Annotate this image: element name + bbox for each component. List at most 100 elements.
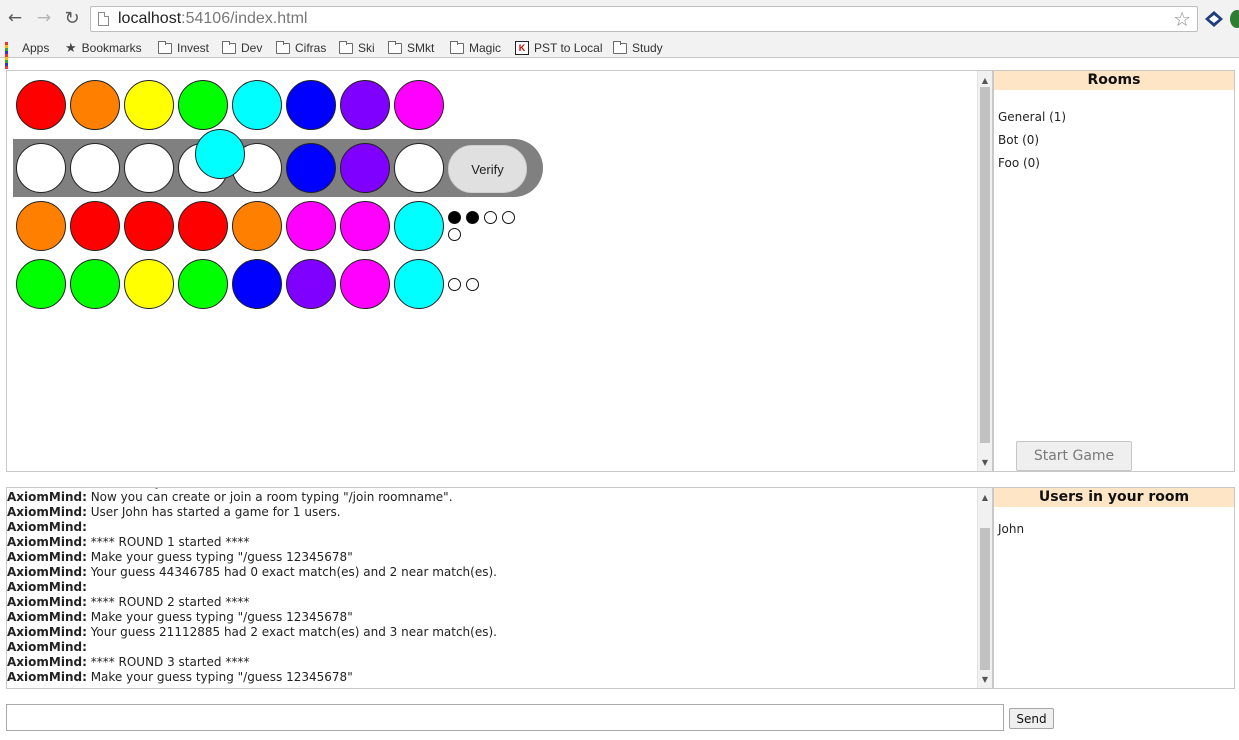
chat-text: Make your guess typing "/guess 12345678" <box>86 610 353 624</box>
page-icon <box>98 12 109 26</box>
chat-message: AxiomMind: Make your guess typing "/gues… <box>7 610 967 625</box>
chat-scrollbar[interactable]: ▲ ▼ <box>977 488 992 688</box>
bookmark-study[interactable]: Study <box>613 40 663 56</box>
history-peg <box>394 259 444 309</box>
chat-sender: AxiomMind: <box>7 655 87 669</box>
palette-peg[interactable] <box>232 80 282 130</box>
palette-peg[interactable] <box>286 80 336 130</box>
guess-slot[interactable] <box>394 143 444 193</box>
user-item: John <box>998 522 1025 536</box>
rooms-panel: Rooms General (1) Bot (0) Foo (0) Start … <box>993 70 1235 472</box>
bookmark-smkt[interactable]: SMkt <box>388 40 434 56</box>
palette-peg[interactable] <box>16 80 66 130</box>
apps-grid-icon <box>5 42 17 69</box>
board-scrollbar[interactable]: ▲ ▼ <box>977 71 992 471</box>
scroll-down-icon[interactable]: ▼ <box>978 672 992 686</box>
scroll-thumb[interactable] <box>980 87 990 443</box>
bookmark-pst-to-local[interactable]: K PST to Local <box>515 40 602 56</box>
chat-sender: AxiomMind: <box>7 670 87 684</box>
verify-button[interactable]: Verify <box>448 145 527 193</box>
chat-sender: AxiomMind: <box>7 535 87 549</box>
chat-text: User John has started a game for 1 users… <box>86 505 341 519</box>
guess-slot[interactable] <box>16 143 66 193</box>
rooms-title: Rooms <box>994 71 1234 90</box>
bookmark-label: Magic <box>469 41 502 55</box>
bookmark-invest[interactable]: Invest <box>158 40 209 56</box>
chat-message: AxiomMind: <box>7 520 967 535</box>
reload-icon[interactable]: ↻ <box>62 8 82 29</box>
scroll-down-icon[interactable]: ▼ <box>978 455 992 469</box>
near-match-peg <box>466 278 479 291</box>
chat-sender: AxiomMind: <box>7 520 87 534</box>
history-peg <box>340 201 390 251</box>
history-peg <box>286 259 336 309</box>
chat-message: AxiomMind: Make your guess typing "/gues… <box>7 670 967 685</box>
guess-slot[interactable] <box>70 143 120 193</box>
folder-icon <box>450 40 464 54</box>
scroll-thumb[interactable] <box>980 528 990 670</box>
chat-sender: AxiomMind: <box>7 625 87 639</box>
bookmark-label: SMkt <box>407 41 435 55</box>
chat-message: AxiomMind: <box>7 580 967 595</box>
chat-sender: AxiomMind: <box>7 505 87 519</box>
room-item-general[interactable]: General (1) <box>998 110 1066 124</box>
extension-icon-2[interactable] <box>1230 10 1239 28</box>
forward-arrow-icon[interactable]: → <box>34 8 54 28</box>
folder-icon <box>388 40 402 54</box>
folder-icon <box>339 40 353 54</box>
guess-slot[interactable] <box>340 143 390 193</box>
palette-peg[interactable] <box>394 80 444 130</box>
palette-peg[interactable] <box>178 80 228 130</box>
start-game-button[interactable]: Start Game <box>1016 441 1132 471</box>
guess-slot[interactable] <box>286 143 336 193</box>
palette-peg[interactable] <box>124 80 174 130</box>
chat-text: **** ROUND 3 started **** <box>86 655 250 669</box>
chat-text: Make your guess typing "/guess 12345678" <box>86 550 353 564</box>
bookmark-star-icon[interactable]: ☆ <box>1173 7 1191 31</box>
chat-sender: AxiomMind: <box>7 490 87 504</box>
scroll-up-icon[interactable]: ▲ <box>978 490 992 504</box>
room-item-foo[interactable]: Foo (0) <box>998 156 1040 170</box>
chat-sender: AxiomMind: <box>7 565 87 579</box>
chat-message: AxiomMind: **** ROUND 2 started **** <box>7 595 967 610</box>
bookmark-bookmarks[interactable]: ★ Bookmarks <box>65 40 142 56</box>
extension-icon[interactable] <box>1204 10 1224 28</box>
bookmark-apps[interactable]: Apps <box>5 40 50 69</box>
palette-peg[interactable] <box>340 80 390 130</box>
history-peg <box>124 201 174 251</box>
bookmark-ski[interactable]: Ski <box>339 40 375 56</box>
scroll-up-icon[interactable]: ▲ <box>978 73 992 87</box>
guess-slot[interactable] <box>124 143 174 193</box>
message-input[interactable] <box>6 704 1004 731</box>
history-peg <box>70 201 120 251</box>
bookmark-magic[interactable]: Magic <box>450 40 501 56</box>
bookmark-label: Apps <box>22 41 50 55</box>
chat-text: You are in general room. <box>87 488 238 489</box>
address-bar[interactable]: localhost:54106/index.html ☆ <box>90 6 1198 32</box>
chat-text: **** ROUND 2 started **** <box>86 595 250 609</box>
history-peg <box>16 259 66 309</box>
history-peg <box>286 201 336 251</box>
palette-peg[interactable] <box>70 80 120 130</box>
history-peg <box>70 259 120 309</box>
room-item-bot[interactable]: Bot (0) <box>998 133 1039 147</box>
exact-match-peg <box>466 211 479 224</box>
chat-text: Your guess 21112885 had 2 exact match(es… <box>86 625 497 639</box>
dragging-peg[interactable] <box>195 129 245 179</box>
send-button[interactable]: Send <box>1009 708 1054 729</box>
near-match-peg <box>448 278 461 291</box>
bookmark-dev[interactable]: Dev <box>222 40 262 56</box>
chat-message: AxiomMind: Make your guess typing "/gues… <box>7 550 967 565</box>
chat-sender: AxiomMind: <box>7 580 87 594</box>
chat-text: Now you can create or join a room typing… <box>86 490 453 504</box>
history-peg <box>124 259 174 309</box>
chat-sender: AxiomMind: <box>7 550 87 564</box>
chat-sender: AxiomMind: <box>7 610 87 624</box>
chat-message: AxiomMind: User John has started a game … <box>7 505 967 520</box>
near-match-peg <box>502 211 515 224</box>
bookmark-cifras[interactable]: Cifras <box>276 40 326 56</box>
history-peg <box>340 259 390 309</box>
chat-message: AxiomMind: **** ROUND 1 started **** <box>7 535 967 550</box>
back-arrow-icon[interactable]: ← <box>5 8 25 28</box>
folder-icon <box>222 40 236 54</box>
